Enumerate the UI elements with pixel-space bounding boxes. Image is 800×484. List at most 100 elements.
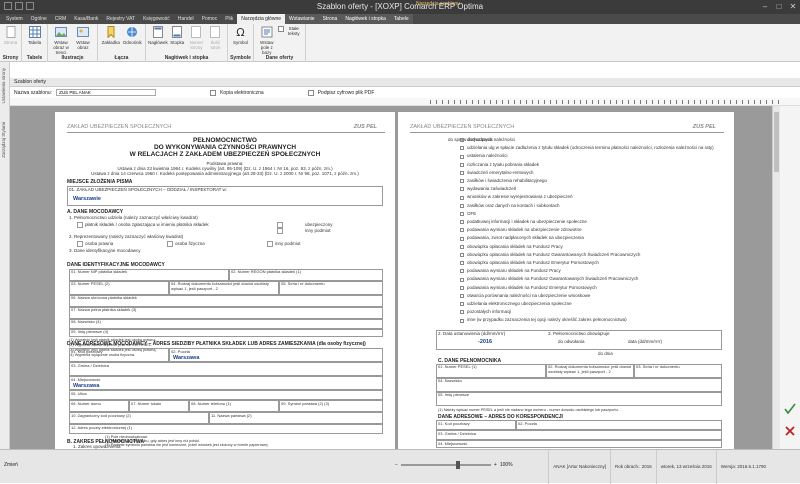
scope-list-item[interactable]: ustalenia należności xyxy=(460,152,714,160)
menu-item[interactable]: Księgowość xyxy=(139,14,174,24)
mandate-item[interactable]: inny podmiot xyxy=(305,228,331,233)
scope-list-item[interactable]: podawania wymiaru składek na ubezpieczen… xyxy=(460,226,714,234)
cancel-icon[interactable] xyxy=(783,424,797,438)
scope-checkbox[interactable] xyxy=(460,179,464,184)
scope-checkbox[interactable] xyxy=(460,187,464,192)
scope-list-item[interactable]: obowiązku opłacania składek na Fundusz E… xyxy=(460,259,714,267)
mandate-item[interactable]: osoba prawna xyxy=(85,241,113,246)
scope-checkbox[interactable] xyxy=(460,220,464,225)
menu-item[interactable]: Pomoc xyxy=(198,14,222,24)
menu-item[interactable]: Rejestry VAT xyxy=(102,14,139,24)
scope-checkbox[interactable] xyxy=(460,252,464,257)
correspondence-field-box[interactable] xyxy=(516,420,722,430)
menu-item[interactable]: Kasa/Bank xyxy=(70,14,102,24)
address-city-value[interactable]: Warszawa xyxy=(173,355,199,361)
menu-item[interactable]: Handel xyxy=(174,14,198,24)
menu-item[interactable]: Plik xyxy=(221,14,237,24)
save-check-icon[interactable] xyxy=(783,402,797,416)
menu-item[interactable]: Strona xyxy=(318,14,342,24)
scope-list-item[interactable]: obowiązku opłacania składek na Fundusz G… xyxy=(460,251,714,259)
zoom-minus-icon[interactable]: − xyxy=(395,462,398,468)
scope-list-item[interactable]: podawania wymiaru składek na Fundusz Gwa… xyxy=(460,275,714,283)
zus-branch-value[interactable]: Warszawie xyxy=(73,196,101,202)
close-icon[interactable]: ✕ xyxy=(788,2,798,11)
zoom-slider[interactable] xyxy=(400,461,491,469)
mandate-checkbox[interactable] xyxy=(267,241,273,247)
agent-field-box[interactable] xyxy=(436,392,722,406)
id-field-box[interactable] xyxy=(69,329,383,337)
scope-checkbox[interactable] xyxy=(460,293,464,298)
scope-checkbox[interactable] xyxy=(460,203,464,208)
mandate-item[interactable]: inny podmiot xyxy=(275,241,301,246)
correspondence-field-box[interactable] xyxy=(436,430,722,440)
scope-list-item[interactable]: podawania wymiaru składek na Fundusz Pra… xyxy=(460,267,714,275)
scope-checkbox[interactable] xyxy=(460,302,464,307)
id-field-box[interactable] xyxy=(69,319,383,329)
page-settings-tab[interactable]: Ustawienia strony xyxy=(1,68,9,104)
mandate-item[interactable]: ubezpieczony xyxy=(305,222,333,227)
scope-list-item[interactable]: wydawania zaświadczeń xyxy=(460,185,714,193)
zoom-slider-knob[interactable] xyxy=(455,461,460,469)
scope-checkbox[interactable] xyxy=(460,195,464,200)
mandate-checkbox[interactable] xyxy=(77,222,83,228)
scope-checkbox[interactable] xyxy=(460,318,464,323)
scope-list-item[interactable]: obowiązku opłacania składek na Fundusz P… xyxy=(460,243,714,251)
menu-item[interactable]: Wstawianie xyxy=(285,14,319,24)
address-field-box[interactable] xyxy=(69,362,383,376)
page-1[interactable]: ZAKŁAD UBEZPIECZEŃ SPOŁECZNYCH ZUS PEL P… xyxy=(55,112,395,449)
scope-checkbox[interactable] xyxy=(460,146,464,151)
scope-list-item[interactable]: wniosków w zakresie wyrejestrowania z ub… xyxy=(460,193,714,201)
menu-item[interactable]: Narzędzia główne xyxy=(237,14,286,24)
scope-list-item[interactable]: podatkowej informacji i składek na ubezp… xyxy=(460,218,714,226)
scope-list-item[interactable]: podawania wymiaru składek na Fundusz Eme… xyxy=(460,284,714,292)
scope-checkbox[interactable] xyxy=(460,170,464,175)
ruler[interactable] xyxy=(10,98,800,106)
minimize-icon[interactable]: – xyxy=(760,2,770,11)
scope-list-item[interactable]: inne (w przypadku zaznaczenia tej opcji … xyxy=(460,316,714,324)
scope-list-item[interactable]: dochodzenia należności xyxy=(460,136,714,144)
address-place-value[interactable]: Warszawa xyxy=(73,383,99,389)
scope-list-item[interactable]: zasiłków i świadczenia rehabilitacyjnego xyxy=(460,177,714,185)
scope-checkbox[interactable] xyxy=(460,277,464,282)
scope-checkbox[interactable] xyxy=(460,269,464,274)
mandate-item[interactable]: płatnik składek / osoba zgłaszająca w im… xyxy=(85,222,209,227)
menu-item[interactable]: CRM xyxy=(51,14,70,24)
vertical-scrollbar[interactable] xyxy=(772,106,780,449)
zoom-control[interactable]: − + 100% xyxy=(395,461,515,469)
mandate-item[interactable]: osoba fizyczna xyxy=(175,241,205,246)
scope-checkbox[interactable] xyxy=(460,211,464,216)
agent-field-box[interactable] xyxy=(436,378,722,392)
scrollbar-thumb[interactable] xyxy=(774,112,779,172)
scope-list-item[interactable]: udzielania elektronicznego ubezpieczenia… xyxy=(460,300,714,308)
maximize-icon[interactable]: □ xyxy=(774,2,784,11)
mandate-checkbox[interactable] xyxy=(167,241,173,247)
scope-list-item[interactable]: otwarcia porównania należności na ubezpi… xyxy=(460,292,714,300)
menu-item[interactable]: Tabele xyxy=(389,14,413,24)
scope-checkbox[interactable] xyxy=(460,244,464,249)
correspondence-field-box[interactable] xyxy=(436,440,722,448)
manage-styles-tab[interactable]: Zarządzaj Stylami xyxy=(1,122,9,158)
scope-list-item[interactable]: OFE xyxy=(460,210,714,218)
scope-checkbox[interactable] xyxy=(460,310,464,315)
scope-list-item[interactable]: podawania, zwrot nadpłaconych składek na… xyxy=(460,234,714,242)
menu-item[interactable]: Ogólne xyxy=(27,14,51,24)
scope-list-item[interactable]: pozostałych informacji xyxy=(460,308,714,316)
scope-list-item[interactable]: świadczeń emerytalno-rentowych xyxy=(460,169,714,177)
template-name-input[interactable] xyxy=(56,89,157,96)
sign-pdf-checkbox[interactable] xyxy=(307,89,314,96)
address-field-box[interactable] xyxy=(69,390,383,400)
scope-checkbox[interactable] xyxy=(460,138,464,143)
scope-checkbox[interactable] xyxy=(460,236,464,241)
zoom-plus-icon[interactable]: + xyxy=(494,462,497,468)
electronic-copy-checkbox[interactable] xyxy=(210,89,217,96)
scope-checkbox[interactable] xyxy=(460,285,464,290)
page-2[interactable]: ZAKŁAD UBEZPIECZEŃ SPOŁECZNYCH ZUS PEL d… xyxy=(398,112,734,449)
document-workarea[interactable]: ZAKŁAD UBEZPIECZEŃ SPOŁECZNYCH ZUS PEL P… xyxy=(10,106,772,449)
scope-list-item[interactable]: udzielania ulg w spłacie zadłużenia z ty… xyxy=(460,144,714,152)
scope-checkbox[interactable] xyxy=(460,154,464,159)
date-value[interactable]: -2016 xyxy=(478,339,492,345)
mandate-checkbox[interactable] xyxy=(77,241,83,247)
mandate-checkbox[interactable] xyxy=(277,228,283,234)
menu-item[interactable]: Nagłówek i stopka xyxy=(341,14,390,24)
scope-checkbox[interactable] xyxy=(460,261,464,266)
